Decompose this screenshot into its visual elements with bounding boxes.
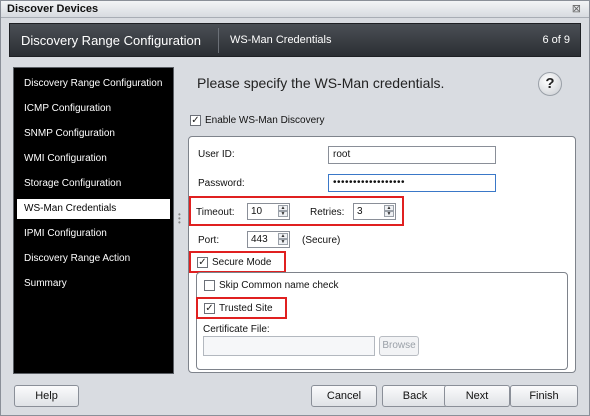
port-spin-arrows-icon[interactable]: ▲ ▼ [278, 233, 288, 246]
nav-item-ws-man-credentials[interactable]: WS-Man Credentials [17, 199, 170, 219]
retries-spin-arrows-icon[interactable]: ▲ ▼ [384, 205, 394, 218]
nav-item-discovery-range-configuration[interactable]: Discovery Range Configuration [14, 74, 173, 94]
user-id-field[interactable]: root [328, 146, 496, 164]
nav-item-storage-configuration[interactable]: Storage Configuration [14, 174, 173, 194]
nav-item-snmp-configuration[interactable]: SNMP Configuration [14, 124, 173, 144]
wizard-nav: Discovery Range Configuration ICMP Confi… [13, 67, 174, 374]
skip-cn-label: Skip Common name check [219, 280, 339, 291]
port-secure-note: (Secure) [302, 235, 341, 246]
timeout-stepper[interactable]: 10 ▲ ▼ [247, 203, 290, 220]
certificate-file-label: Certificate File: [203, 324, 270, 335]
port-stepper[interactable]: 443 ▲ ▼ [247, 231, 290, 248]
step-counter: 6 of 9 [542, 34, 570, 46]
retries-label: Retries: [310, 207, 345, 218]
splitter-grip[interactable]: • • • [178, 211, 181, 227]
password-field[interactable]: •••••••••••••••••• [328, 174, 496, 192]
back-button[interactable]: Back [382, 385, 448, 407]
port-value: 443 [251, 234, 268, 245]
secure-mode-checkbox[interactable]: ✓ [197, 257, 208, 268]
timeout-spin-arrows-icon[interactable]: ▲ ▼ [278, 205, 288, 218]
nav-item-wmi-configuration[interactable]: WMI Configuration [14, 149, 173, 169]
port-label: Port: [198, 235, 220, 246]
title-bar: Discover Devices ⊠ [1, 1, 589, 18]
nav-item-summary[interactable]: Summary [14, 274, 173, 294]
help-button[interactable]: Help [14, 385, 79, 407]
nav-item-icmp-configuration[interactable]: ICMP Configuration [14, 99, 173, 119]
enable-wsman-checkbox[interactable]: ✓ [190, 115, 201, 126]
timeout-value: 10 [251, 206, 263, 217]
trusted-site-checkbox[interactable]: ✓ [204, 303, 215, 314]
page-heading: Please specify the WS-Man credentials. [197, 75, 445, 91]
wizard-header: Discovery Range Configuration WS-Man Cre… [9, 23, 581, 57]
password-label: Password: [198, 178, 245, 189]
nav-item-discovery-range-action[interactable]: Discovery Range Action [14, 249, 173, 269]
skip-cn-checkbox[interactable] [204, 280, 215, 291]
browse-button[interactable]: Browse [379, 336, 419, 356]
discover-devices-window: Discover Devices ⊠ Discovery Range Confi… [0, 0, 590, 416]
header-section-title: Discovery Range Configuration [21, 33, 201, 48]
header-divider [218, 28, 219, 53]
certificate-file-field[interactable] [203, 336, 375, 356]
help-icon[interactable]: ? [538, 72, 562, 96]
trusted-site-label: Trusted Site [219, 303, 273, 314]
timeout-label: Timeout: [196, 207, 235, 218]
nav-item-ipmi-configuration[interactable]: IPMI Configuration [14, 224, 173, 244]
window-title: Discover Devices [7, 3, 99, 15]
header-page-title: WS-Man Credentials [230, 34, 332, 46]
cancel-button[interactable]: Cancel [311, 385, 377, 407]
next-button[interactable]: Next [444, 385, 510, 407]
user-id-label: User ID: [198, 149, 235, 160]
finish-button[interactable]: Finish [510, 385, 578, 407]
secure-mode-label: Secure Mode [212, 257, 272, 268]
retries-value: 3 [357, 206, 363, 217]
retries-stepper[interactable]: 3 ▲ ▼ [353, 203, 396, 220]
close-icon[interactable]: ⊠ [572, 2, 581, 15]
enable-wsman-label: Enable WS-Man Discovery [205, 115, 325, 126]
